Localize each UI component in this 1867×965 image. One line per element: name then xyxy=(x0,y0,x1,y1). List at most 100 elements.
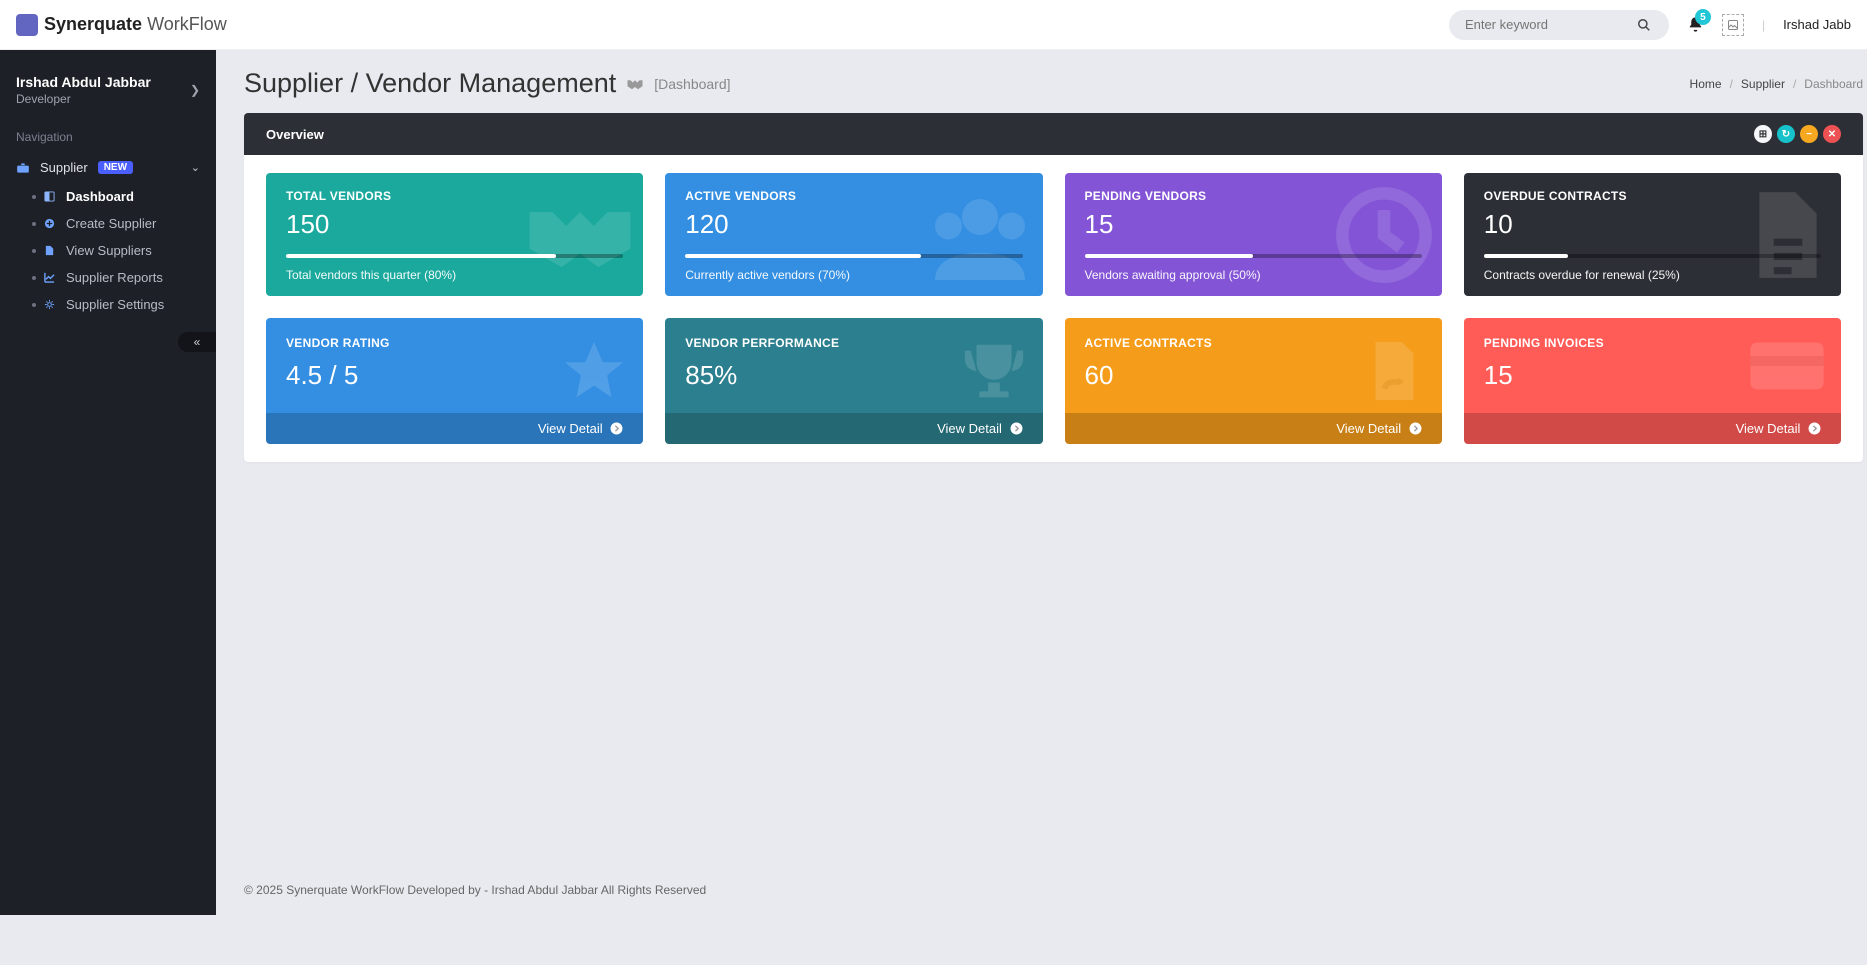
search-button[interactable] xyxy=(1637,12,1665,38)
stat-label: VENDOR PERFORMANCE xyxy=(685,336,1022,350)
notifications-button[interactable]: 5 xyxy=(1687,16,1704,33)
stat-value: 150 xyxy=(286,209,623,240)
brand-logo-icon xyxy=(16,14,38,36)
sidebar-item-view-suppliers[interactable]: View Suppliers xyxy=(0,237,216,264)
panel-actions: ⊞ ↻ − ✕ xyxy=(1754,125,1841,143)
chevron-down-icon: ⌄ xyxy=(191,161,200,174)
breadcrumb: Home / Supplier / Dashboard xyxy=(1690,77,1863,91)
breadcrumb-home[interactable]: Home xyxy=(1690,77,1722,91)
brand-text: Synerquate WorkFlow xyxy=(44,14,227,35)
arrow-right-circle-icon xyxy=(1409,421,1422,436)
stat-label: ACTIVE CONTRACTS xyxy=(1085,336,1422,350)
search-input[interactable] xyxy=(1449,10,1669,40)
panel-minimize-button[interactable]: − xyxy=(1800,125,1818,143)
panel-close-button[interactable]: ✕ xyxy=(1823,125,1841,143)
stat-card-active-vendors: ACTIVE VENDORS 120 Currently active vendor… xyxy=(665,173,1042,296)
footer: © 2025 Synerquate WorkFlow Developed by … xyxy=(216,865,1867,915)
stat-label: VENDOR RATING xyxy=(286,336,623,350)
view-detail-link[interactable]: View Detail xyxy=(1065,413,1442,444)
stat-card-overdue-contracts: OVERDUE CONTRACTS 10 Contracts overdue for… xyxy=(1464,173,1841,296)
sidebar-item-supplier-settings[interactable]: Supplier Settings xyxy=(0,291,216,318)
broken-image-icon xyxy=(1727,19,1739,31)
stat-label: PENDING VENDORS xyxy=(1085,189,1422,203)
sidebar-item-label: View Suppliers xyxy=(66,243,152,258)
sidebar-item-label: Supplier Settings xyxy=(66,297,164,312)
stat-value: 120 xyxy=(685,209,1022,240)
sidebar-collapse-button[interactable]: « xyxy=(178,332,216,352)
avatar[interactable] xyxy=(1722,14,1744,36)
view-detail-link[interactable]: View Detail xyxy=(266,413,643,444)
sidebar-item-create-supplier[interactable]: Create Supplier xyxy=(0,210,216,237)
stat-card-active-contracts: ACTIVE CONTRACTS 60 View Detail xyxy=(1065,318,1442,444)
arrow-right-circle-icon xyxy=(1808,421,1821,436)
minus-icon: − xyxy=(1806,129,1812,140)
sidebar-user-name: Irshad Abdul Jabbar xyxy=(16,74,151,90)
refresh-icon: ↻ xyxy=(1782,129,1790,140)
stat-value: 15 xyxy=(1085,209,1422,240)
sidebar-item-label: Supplier Reports xyxy=(66,270,163,285)
nav-section-header: Navigation xyxy=(0,122,216,152)
nav-badge-new: NEW xyxy=(98,161,133,174)
sidebar-item-dashboard[interactable]: Dashboard xyxy=(0,183,216,210)
stat-card-pending-vendors: PENDING VENDORS 15 Vendors awaiting approv… xyxy=(1065,173,1442,296)
menu-item-icon xyxy=(44,272,58,283)
view-detail-link[interactable]: View Detail xyxy=(1464,413,1841,444)
stat-card-vendor-performance: VENDOR PERFORMANCE 85% View Detail xyxy=(665,318,1042,444)
current-user-name[interactable]: Irshad Jabb xyxy=(1783,17,1851,32)
main-content: Supplier / Vendor Management [Dashboard]… xyxy=(216,50,1867,462)
view-detail-link[interactable]: View Detail xyxy=(665,413,1042,444)
breadcrumb-supplier[interactable]: Supplier xyxy=(1741,77,1785,91)
grid-icon: ⊞ xyxy=(1759,129,1767,140)
close-icon: ✕ xyxy=(1828,129,1836,140)
bullet-icon xyxy=(32,195,36,199)
search-icon xyxy=(1637,18,1651,32)
stat-subtext: Currently active vendors (70%) xyxy=(685,268,1022,282)
stat-card-vendor-rating: VENDOR RATING 4.5 / 5 View Detail xyxy=(266,318,643,444)
handshake-icon xyxy=(626,77,644,91)
sidebar: Irshad Abdul Jabbar Developer ❯ Navigati… xyxy=(0,50,216,915)
stat-value: 85% xyxy=(685,360,1022,391)
sidebar-item-supplier-reports[interactable]: Supplier Reports xyxy=(0,264,216,291)
stat-value: 60 xyxy=(1085,360,1422,391)
panel-title: Overview xyxy=(266,127,324,142)
stat-subtext: Vendors awaiting approval (50%) xyxy=(1085,268,1422,282)
stat-label: PENDING INVOICES xyxy=(1484,336,1821,350)
stat-subtext: Total vendors this quarter (80%) xyxy=(286,268,623,282)
panel-refresh-button[interactable]: ↻ xyxy=(1777,125,1795,143)
stat-progress xyxy=(1085,254,1422,258)
bullet-icon xyxy=(32,249,36,253)
notifications-count: 5 xyxy=(1695,9,1711,25)
page-title: Supplier / Vendor Management [Dashboard] xyxy=(244,68,731,99)
stat-value: 4.5 / 5 xyxy=(286,360,623,391)
arrow-right-circle-icon xyxy=(1010,421,1023,436)
bullet-icon xyxy=(32,276,36,280)
bullet-icon xyxy=(32,303,36,307)
menu-item-icon xyxy=(44,218,58,229)
page-subtitle: [Dashboard] xyxy=(654,76,730,92)
arrow-right-circle-icon xyxy=(610,421,623,436)
stat-progress xyxy=(1484,254,1821,258)
breadcrumb-current: Dashboard xyxy=(1804,77,1863,91)
menu-item-icon xyxy=(44,245,58,256)
chevron-left-double-icon: « xyxy=(194,335,201,349)
stat-card-total-vendors: TOTAL VENDORS150Total vendors this quart… xyxy=(266,173,643,296)
stat-label: ACTIVE VENDORS xyxy=(685,189,1022,203)
top-header: Synerquate WorkFlow 5 | Irshad Jabb xyxy=(0,0,1867,50)
stat-value: 10 xyxy=(1484,209,1821,240)
briefcase-icon xyxy=(16,161,30,175)
stat-subtext: Contracts overdue for renewal (25%) xyxy=(1484,268,1821,282)
stat-card-pending-invoices: PENDING INVOICES15View Detail xyxy=(1464,318,1841,444)
menu-item-icon xyxy=(44,191,58,202)
sidebar-item-label: Create Supplier xyxy=(66,216,156,231)
sidebar-user-role: Developer xyxy=(16,92,151,106)
brand[interactable]: Synerquate WorkFlow xyxy=(16,14,227,36)
panel-expand-button[interactable]: ⊞ xyxy=(1754,125,1772,143)
sidebar-user-panel[interactable]: Irshad Abdul Jabbar Developer ❯ xyxy=(0,50,216,122)
nav-item-supplier[interactable]: Supplier NEW ⌄ xyxy=(0,152,216,183)
stat-label: OVERDUE CONTRACTS xyxy=(1484,189,1821,203)
menu-item-icon xyxy=(44,299,58,310)
sidebar-item-label: Dashboard xyxy=(66,189,134,204)
bullet-icon xyxy=(32,222,36,226)
chevron-right-icon: ❯ xyxy=(190,83,200,97)
separator: | xyxy=(1762,18,1765,32)
